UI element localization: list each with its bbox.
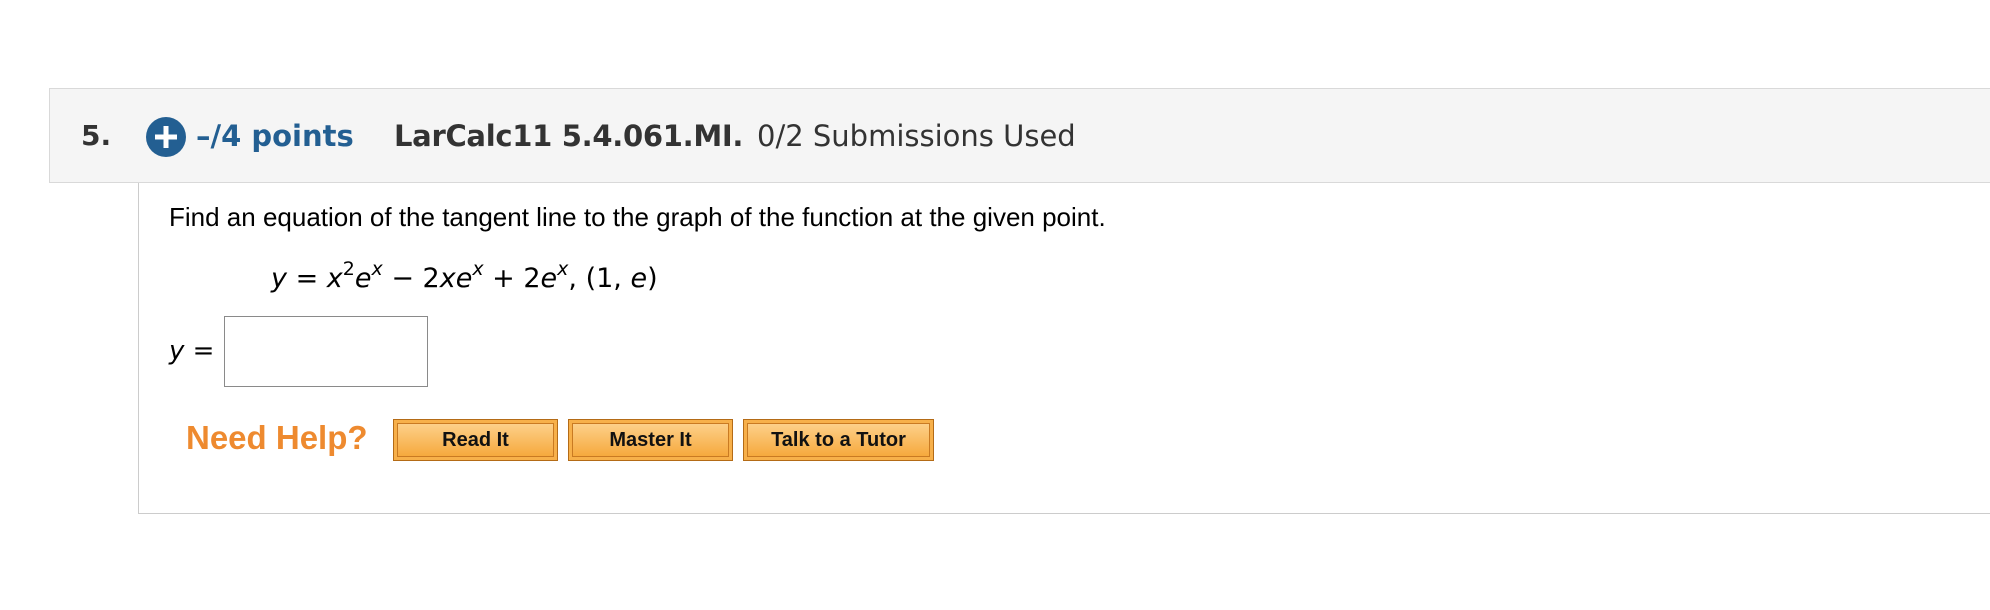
- answer-input[interactable]: [224, 316, 428, 387]
- question-number: 5.: [81, 119, 112, 152]
- question-panel: 5. –/4 points LarCalc11 5.4.061.MI. 0/2 …: [0, 0, 1990, 610]
- eq-point-open: , (1,: [568, 263, 631, 294]
- eq-term1-e: e: [354, 263, 372, 294]
- eq-point-close: ): [647, 263, 658, 294]
- need-help-label: Need Help?: [186, 419, 368, 456]
- plus-circle-icon[interactable]: [146, 117, 186, 157]
- eq-term1-base: x: [326, 263, 343, 294]
- answer-var: y: [169, 336, 185, 366]
- talk-to-tutor-label: Talk to a Tutor: [747, 423, 930, 457]
- eq-term2-e: e: [455, 263, 473, 294]
- read-it-label: Read It: [397, 423, 554, 457]
- function-equation: y = x2ex − 2xex + 2ex, (1, e): [271, 258, 658, 294]
- problem-id: LarCalc11 5.4.061.MI.: [394, 119, 744, 153]
- eq-term1-exp2: x: [371, 258, 383, 280]
- question-prompt: Find an equation of the tangent line to …: [169, 202, 1106, 232]
- question-header: 5. –/4 points LarCalc11 5.4.061.MI. 0/2 …: [49, 88, 1990, 183]
- eq-equals: =: [286, 263, 327, 294]
- submissions-count: 0/2 Submissions Used: [757, 119, 1076, 153]
- read-it-button[interactable]: Read It: [393, 419, 558, 461]
- answer-label: y =: [169, 336, 214, 366]
- answer-equals: =: [184, 336, 215, 366]
- eq-op2: + 2: [483, 263, 541, 294]
- eq-term1-exp: 2: [342, 258, 355, 280]
- points-link[interactable]: –/4 points: [196, 119, 354, 153]
- talk-to-tutor-button[interactable]: Talk to a Tutor: [743, 419, 934, 461]
- eq-op1: − 2: [382, 263, 440, 294]
- eq-term3-exp: x: [557, 258, 569, 280]
- eq-point-e: e: [630, 263, 648, 294]
- eq-lhs: y: [271, 263, 287, 294]
- master-it-button[interactable]: Master It: [568, 419, 733, 461]
- question-body: Find an equation of the tangent line to …: [138, 183, 1990, 514]
- eq-term3-e: e: [540, 263, 558, 294]
- eq-term2-exp: x: [472, 258, 484, 280]
- eq-term2-x: x: [439, 263, 456, 294]
- master-it-label: Master It: [572, 423, 729, 457]
